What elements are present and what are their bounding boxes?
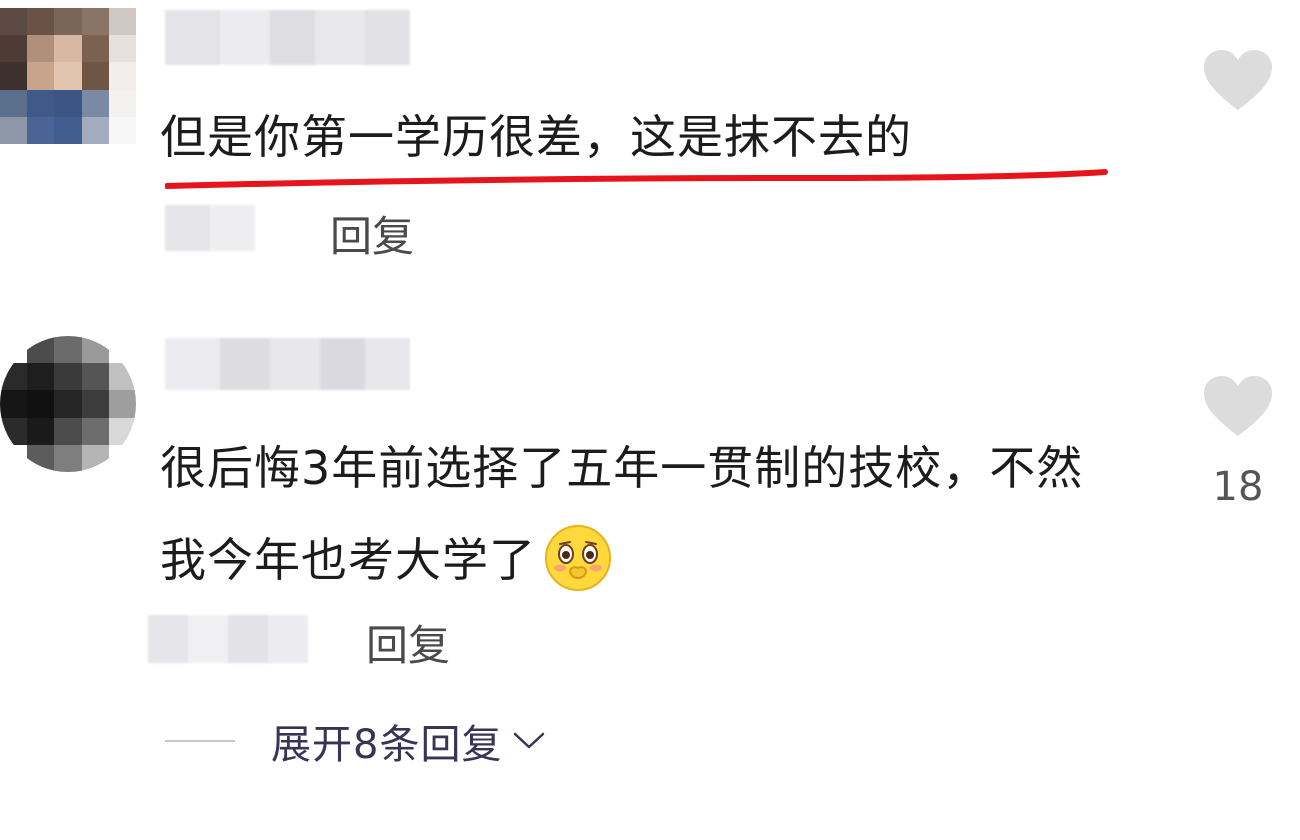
comment-body-text: 很后悔3年前选择了五年一贯制的技校，不然我今年也考大学了 [160, 441, 1084, 587]
reply-button[interactable]: 回复 [366, 612, 450, 673]
timestamp-redacted [165, 205, 255, 251]
expand-replies-label: 展开8条回复 [271, 722, 503, 768]
comment-body: 但是你第一学历很差，这是抹不去的 [160, 110, 912, 164]
username-redacted [165, 10, 410, 65]
reply-button[interactable]: 回复 [330, 203, 414, 264]
comment-thread: 但是你第一学历很差，这是抹不去的 回复 18 很后悔3年前选择了五年一贯制的技校… [0, 0, 1300, 840]
heart-icon [1204, 50, 1272, 110]
like-count: 18 [1212, 464, 1264, 510]
username-redacted [165, 338, 410, 390]
comment-body: 很后悔3年前选择了五年一贯制的技校，不然我今年也考大学了 [160, 422, 1100, 606]
like-button[interactable] [1198, 50, 1278, 112]
user-avatar[interactable] [0, 336, 136, 472]
timestamp-redacted [148, 615, 308, 663]
chevron-down-icon [514, 732, 545, 749]
shy-blush-emoji [545, 524, 611, 591]
heart-icon [1204, 376, 1272, 436]
user-avatar[interactable] [0, 8, 136, 144]
divider-line [165, 740, 235, 742]
expand-replies[interactable]: 展开8条回复 [165, 712, 546, 770]
red-underline-annotation [165, 169, 1108, 189]
like-button[interactable]: 18 [1198, 376, 1278, 510]
